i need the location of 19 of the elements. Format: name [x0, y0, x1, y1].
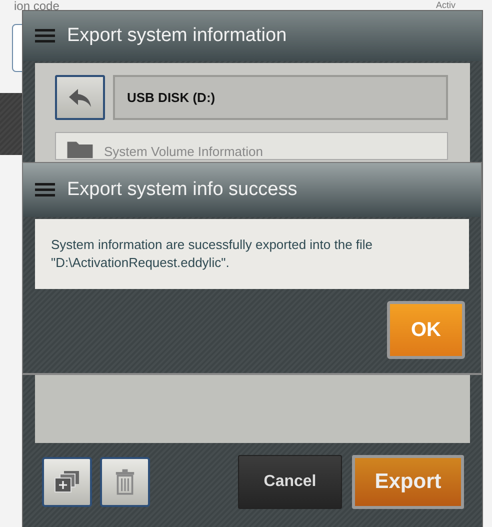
- trash-icon: [115, 469, 135, 495]
- export-button[interactable]: Export: [352, 455, 464, 509]
- menu-icon[interactable]: [35, 183, 55, 197]
- delete-button[interactable]: [100, 457, 150, 507]
- add-button[interactable]: [42, 457, 92, 507]
- path-field: USB DISK (D:): [113, 75, 448, 120]
- message-text: System information are sucessfully exported into the file "D:\ActivationRequest.eddylic".: [51, 237, 373, 270]
- field-label: ion code: [14, 0, 60, 13]
- ok-button[interactable]: OK: [387, 301, 465, 359]
- back-arrow-icon: [68, 88, 92, 108]
- add-copy-icon: [54, 470, 80, 494]
- menu-icon[interactable]: [35, 29, 55, 43]
- tab-label: Activ: [436, 0, 456, 10]
- folder-icon: [66, 139, 94, 159]
- dialog-title: Export system info success: [67, 179, 298, 201]
- back-button[interactable]: [55, 75, 105, 120]
- file-list-item[interactable]: System Volume Information: [55, 132, 448, 160]
- dialog-title: Export system information: [67, 25, 287, 47]
- cancel-button[interactable]: Cancel: [238, 455, 342, 509]
